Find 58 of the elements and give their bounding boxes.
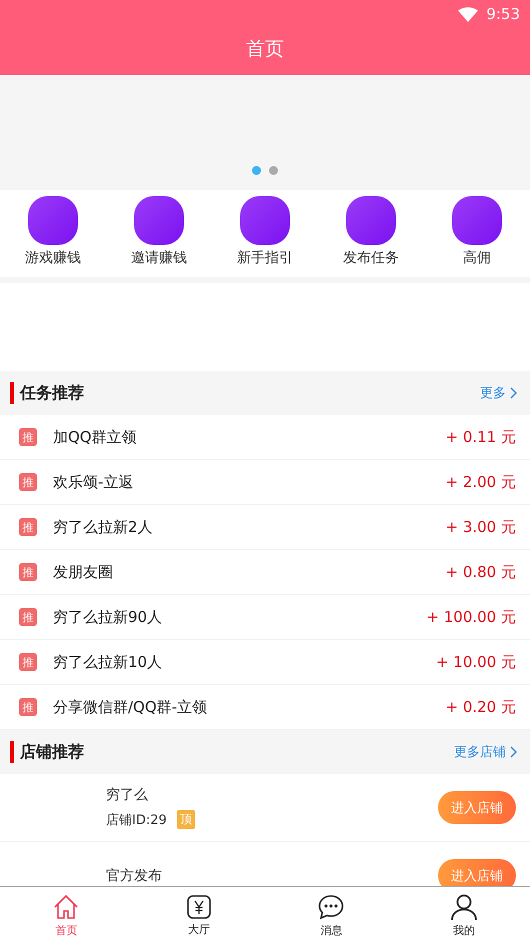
section-title: 任务推荐 — [10, 382, 84, 404]
task-reward: + 10.00 元 — [436, 652, 516, 672]
section-title: 店铺推荐 — [10, 741, 84, 763]
recommend-tag: 推 — [19, 698, 37, 716]
wifi-icon — [458, 6, 478, 22]
shortcut-icon[interactable] — [452, 196, 502, 245]
shortcut-label[interactable]: 高佣 — [463, 249, 491, 267]
recommend-tag: 推 — [19, 608, 37, 626]
top-badge: 顶 — [176, 810, 195, 829]
recommend-tag: 推 — [19, 473, 37, 491]
shortcut-label[interactable]: 游戏赚钱 — [25, 249, 81, 267]
task-row[interactable]: 推 穷了么拉新90人 + 100.00 元 — [0, 595, 530, 640]
shortcut-label[interactable]: 邀请赚钱 — [131, 249, 187, 267]
recommend-tag: 推 — [19, 518, 37, 536]
recommend-tag: 推 — [19, 563, 37, 581]
task-title: 穷了么拉新90人 — [53, 608, 164, 626]
task-row[interactable]: 推 穷了么拉新2人 + 3.00 元 — [0, 505, 530, 550]
recommend-tag: 推 — [19, 653, 37, 671]
task-reward: + 0.11 元 — [445, 428, 516, 446]
task-reward: + 2.00 元 — [445, 472, 516, 492]
task-reward: + 0.80 元 — [445, 562, 516, 582]
user-icon — [450, 892, 478, 920]
task-title: 发朋友圈 — [53, 562, 114, 582]
task-row[interactable]: 推 欢乐颂-立返 + 2.00 元 — [0, 460, 530, 505]
task-reward: + 3.00 元 — [445, 518, 516, 536]
shortcut-icon[interactable] — [134, 196, 184, 245]
home-icon — [52, 892, 80, 920]
chevron-icon — [510, 746, 518, 758]
task-title: 欢乐颂-立返 — [53, 472, 134, 492]
shortcut-label[interactable]: 新手指引 — [237, 249, 293, 267]
page-title: 首页 — [246, 37, 284, 62]
shop-id: 店铺ID:29 — [106, 812, 167, 828]
task-title: 穷了么拉新2人 — [53, 518, 154, 536]
task-title: 加QQ群立领 — [53, 428, 138, 446]
task-title: 穷了么拉新10人 — [53, 652, 164, 672]
tab-bar-item[interactable]: 我的 — [398, 887, 530, 943]
carousel-dot[interactable] — [269, 166, 278, 175]
task-row[interactable]: 推 加QQ群立领 + 0.11 元 — [0, 415, 530, 460]
shortcut-icon[interactable] — [240, 196, 290, 245]
status-time: 9:53 — [486, 5, 520, 23]
shortcut-icon[interactable] — [346, 196, 396, 245]
shortcut-label[interactable]: 发布任务 — [343, 249, 399, 267]
chat-icon — [317, 892, 346, 920]
tab-bar-item[interactable]: 大厅 — [132, 887, 265, 943]
task-row[interactable]: 推 穷了么拉新10人 + 10.00 元 — [0, 640, 530, 685]
tab-bar-item[interactable]: 首页 — [0, 887, 132, 943]
shop-name: 穷了么 — [106, 786, 149, 804]
shortcut-icon[interactable] — [28, 196, 78, 245]
task-reward: + 0.20 元 — [445, 698, 516, 716]
task-row[interactable]: 推 发朋友圈 + 0.80 元 — [0, 550, 530, 595]
chevron-icon — [510, 387, 518, 399]
yen-icon — [186, 894, 212, 920]
carousel-dot[interactable] — [252, 166, 261, 175]
task-reward: + 100.00 元 — [426, 608, 516, 626]
shop-name: 官方发布 — [106, 866, 163, 884]
recommend-tag: 推 — [19, 428, 37, 446]
tab-bar-item[interactable]: 消息 — [265, 887, 398, 943]
task-title: 分享微信群/QQ群-立领 — [53, 698, 208, 716]
